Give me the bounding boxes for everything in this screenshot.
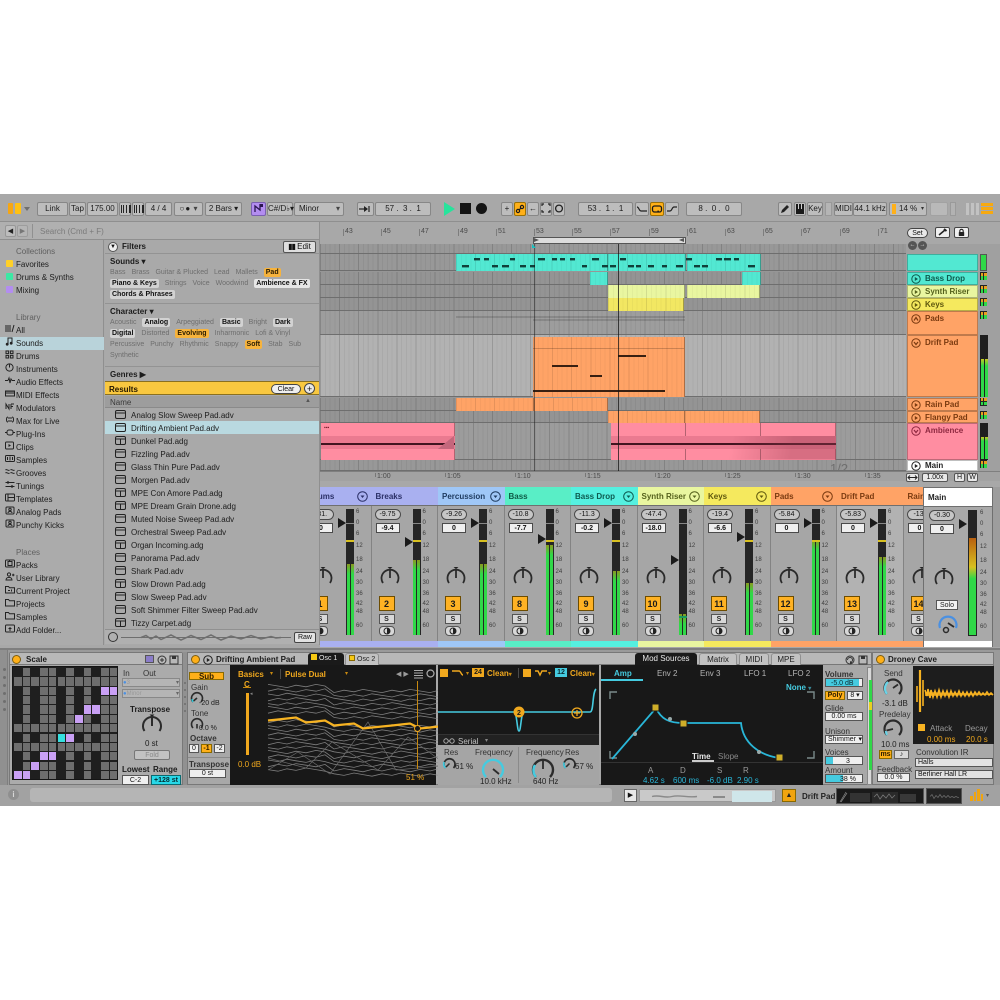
svg-text:2: 2 (517, 710, 521, 717)
